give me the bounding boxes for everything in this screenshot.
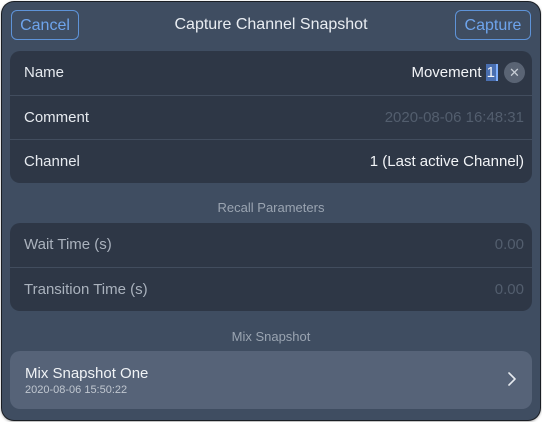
chevron-right-icon	[508, 372, 516, 386]
wait-time-field[interactable]: 0.00	[495, 236, 524, 253]
name-selection: 1	[485, 64, 498, 81]
channel-label: Channel	[24, 153, 80, 170]
name-label: Name	[24, 64, 65, 81]
capture-button[interactable]: Capture	[455, 10, 531, 40]
recall-parameters-header: Recall Parameters	[217, 200, 325, 215]
snapshot-info-group: Name Movement 1 ✕ Comment 2020-08-06 16:…	[10, 51, 532, 183]
close-icon[interactable]: ✕	[504, 62, 525, 83]
wait-time-label: Wait Time (s)	[24, 236, 112, 253]
channel-value: 1 (Last active Channel)	[369, 153, 524, 170]
comment-field[interactable]: 2020-08-06 16:48:31	[385, 109, 524, 126]
comment-label: Comment	[24, 109, 90, 126]
mix-snapshot-title: Mix Snapshot One	[25, 365, 149, 382]
snapshot-dialog: Cancel Capture Channel Snapshot Capture …	[2, 2, 540, 420]
wait-time-row[interactable]: Wait Time (s) 0.00	[10, 223, 532, 267]
name-row[interactable]: Name Movement 1 ✕	[10, 51, 532, 95]
transition-time-field[interactable]: 0.00	[495, 281, 524, 298]
transition-time-row[interactable]: Transition Time (s) 0.00	[10, 267, 532, 311]
name-field[interactable]: Movement 1	[411, 64, 498, 81]
navigation-bar: Cancel Capture Channel Snapshot Capture	[2, 2, 540, 50]
mix-snapshot-header: Mix Snapshot	[231, 329, 311, 344]
mix-snapshot-date: 2020-08-06 15:50:22	[25, 384, 128, 396]
mix-snapshot-item[interactable]: Mix Snapshot One 2020-08-06 15:50:22	[10, 351, 532, 409]
name-value-text: Movement	[411, 64, 486, 81]
recall-parameters-group: Wait Time (s) 0.00 Transition Time (s) 0…	[10, 223, 532, 311]
transition-time-label: Transition Time (s)	[24, 281, 148, 298]
comment-row[interactable]: Comment 2020-08-06 16:48:31	[10, 95, 532, 139]
channel-row[interactable]: Channel 1 (Last active Channel)	[10, 139, 532, 183]
